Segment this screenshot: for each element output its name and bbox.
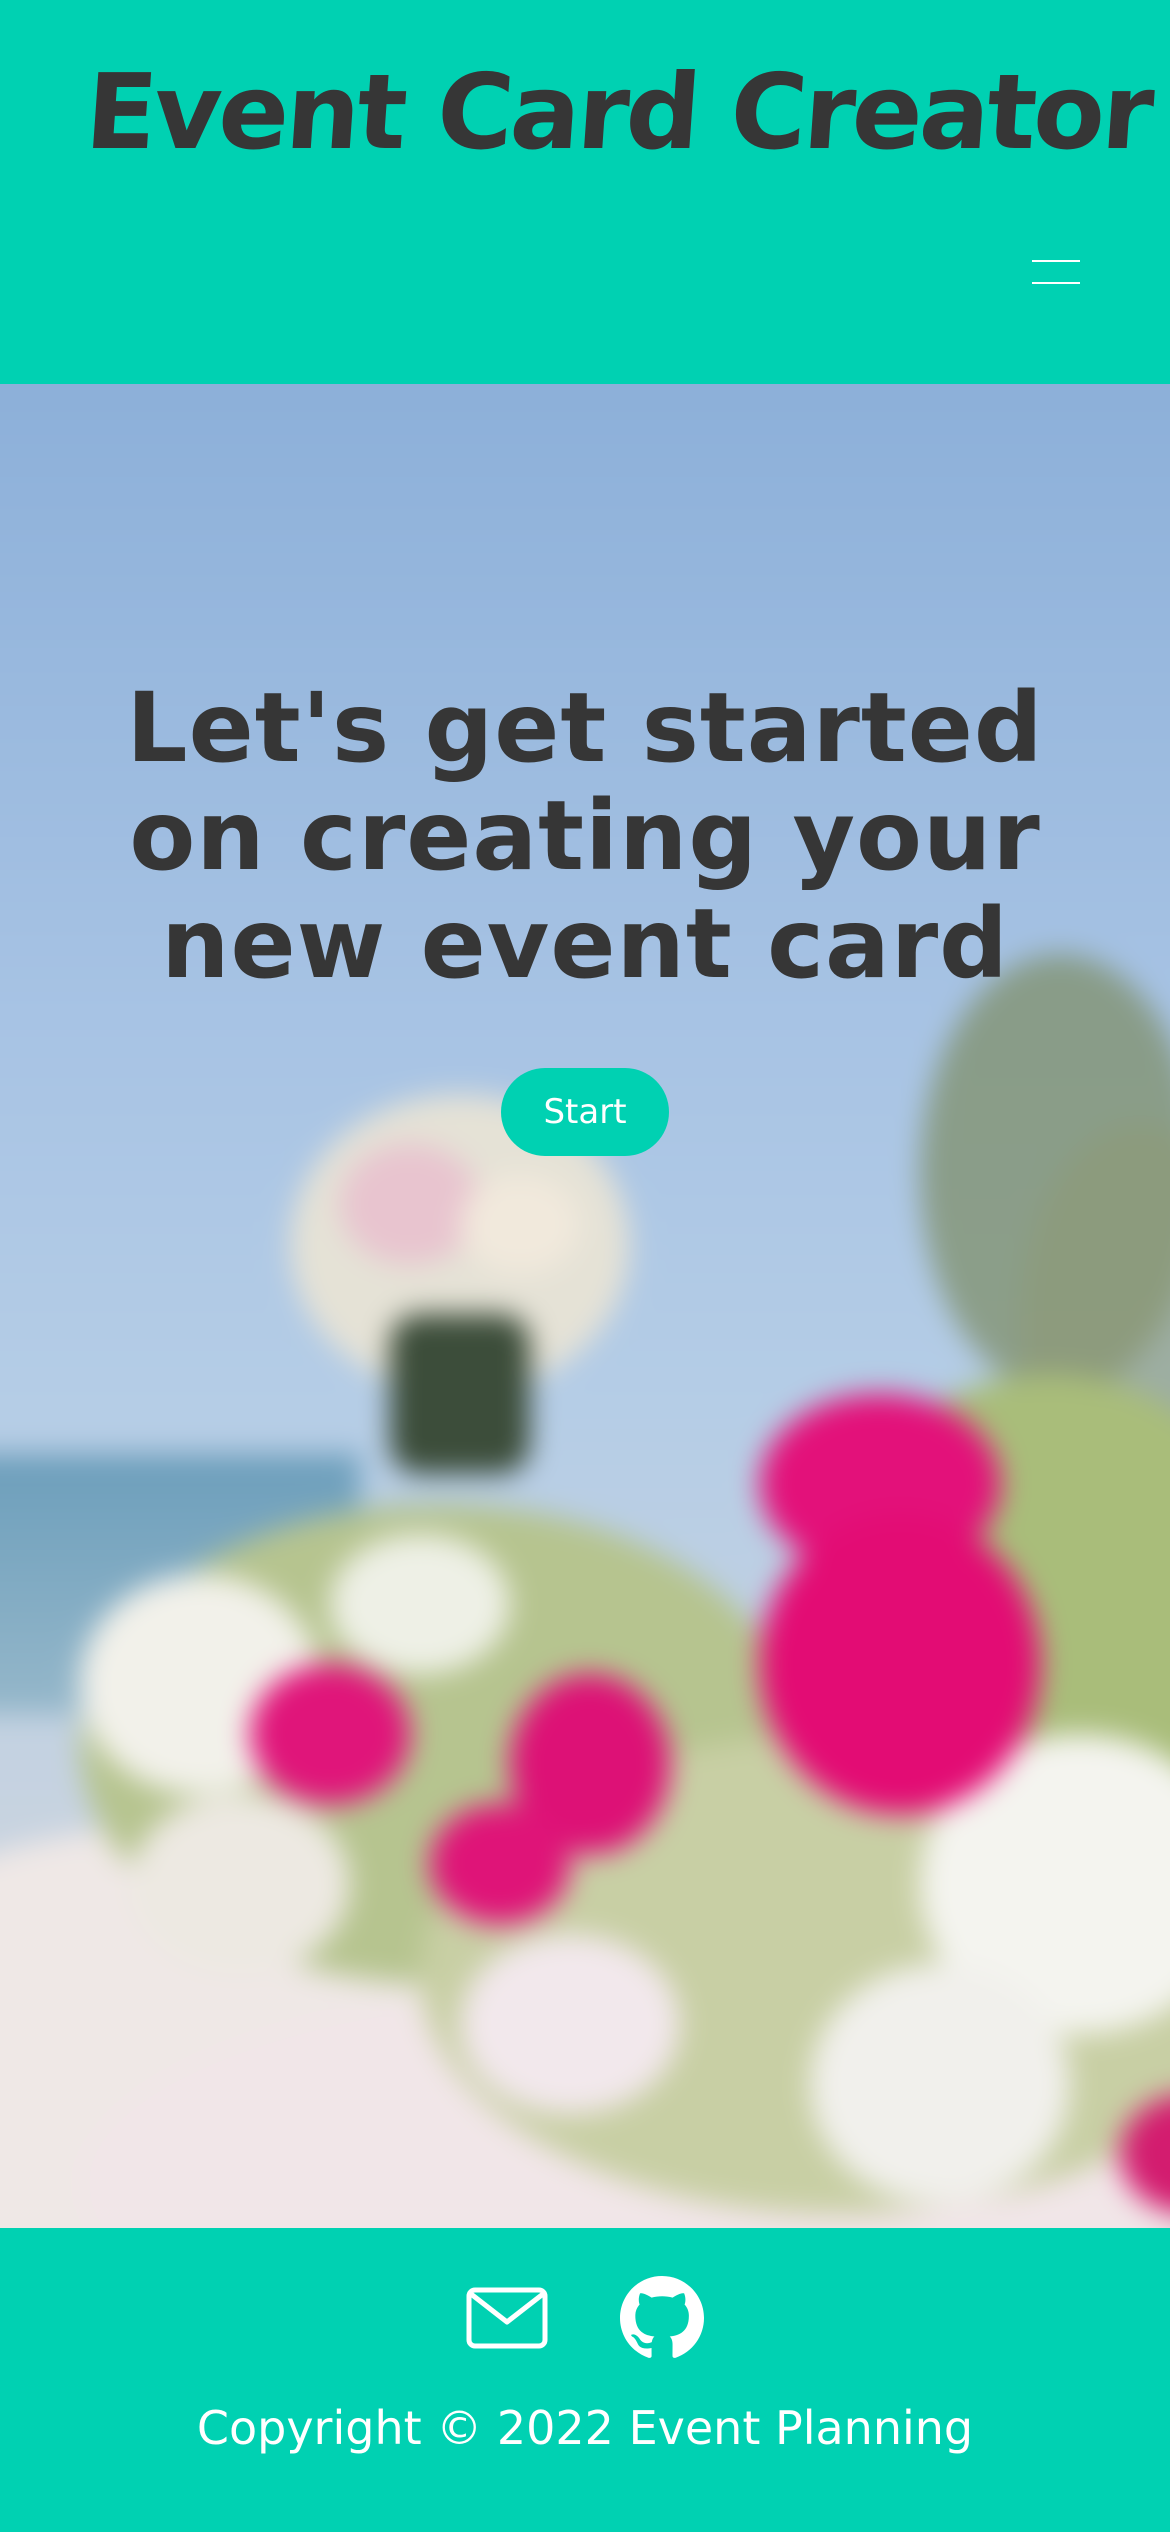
start-button[interactable]: Start <box>501 1068 669 1156</box>
hamburger-line-top <box>1032 260 1080 262</box>
hero-title: Let's get started on creating your new e… <box>126 672 1044 1000</box>
brand-logo-link[interactable]: Event Card Creator <box>81 42 1155 182</box>
copyright-text: Copyright © 2022 Event Planning <box>196 2401 974 2455</box>
hero-section: Let's get started on creating your new e… <box>0 384 1170 2228</box>
hamburger-menu-button[interactable] <box>1016 232 1096 312</box>
navbar: Event Card Creator <box>0 0 1170 384</box>
github-icon[interactable] <box>620 2276 704 2360</box>
hamburger-line-bottom <box>1032 282 1080 284</box>
hero-background-photo <box>0 384 1170 2228</box>
envelope-icon[interactable] <box>465 2276 549 2360</box>
footer: Copyright © 2022 Event Planning <box>0 2228 1170 2532</box>
